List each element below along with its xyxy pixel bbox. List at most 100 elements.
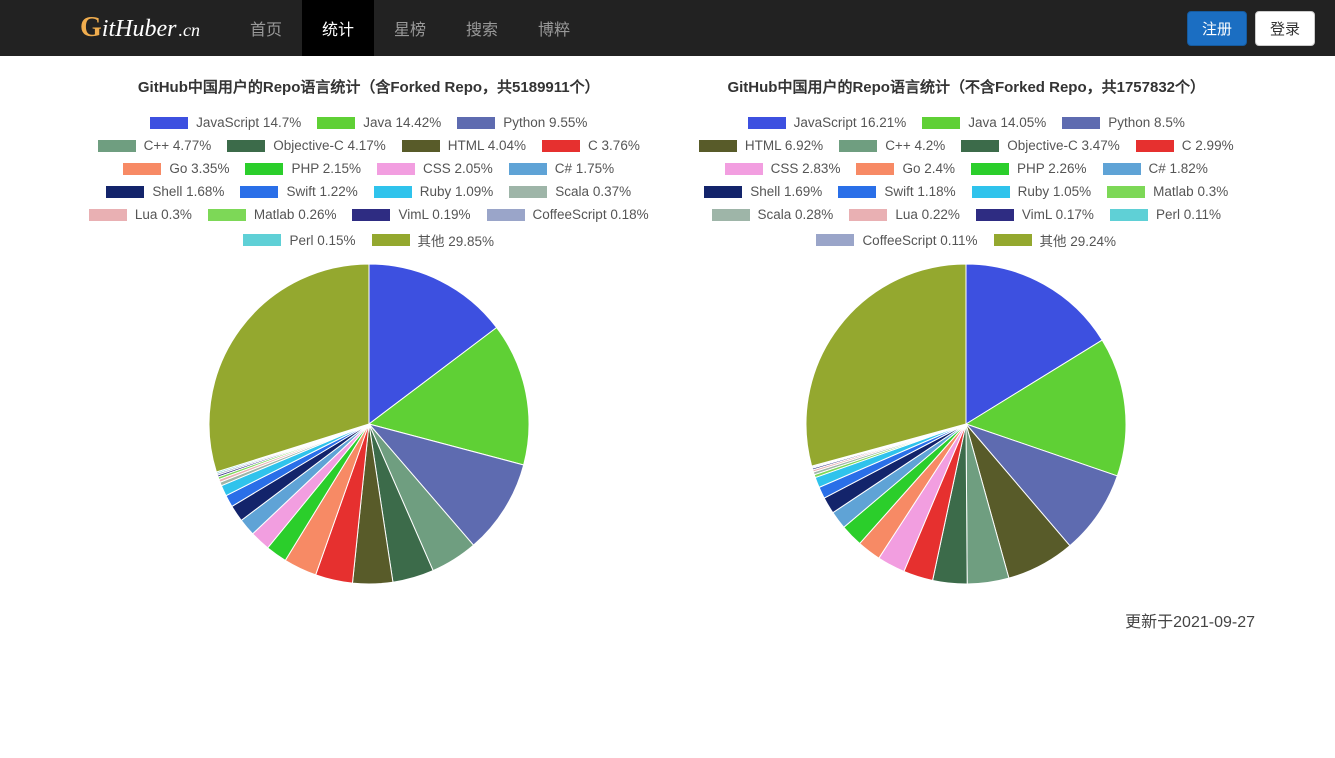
legend-item[interactable]: CSS 2.83% — [725, 161, 841, 176]
legend-swatch — [1110, 209, 1148, 221]
legend-swatch — [704, 186, 742, 198]
legend-item[interactable]: JavaScript 14.7% — [150, 115, 301, 130]
legend-label: Python 8.5% — [1108, 115, 1185, 130]
legend-item[interactable]: CoffeeScript 0.11% — [816, 230, 977, 250]
brand-rest: itHuber.cn — [102, 16, 200, 43]
legend-label: Swift 1.18% — [884, 184, 955, 199]
legend-item[interactable]: Lua 0.22% — [849, 207, 960, 222]
legend-item[interactable]: C++ 4.77% — [98, 138, 212, 153]
chart-legend: JavaScript 16.21% Java 14.05% Python 8.5% H… — [678, 111, 1256, 254]
legend-item[interactable]: Python 8.5% — [1062, 115, 1185, 130]
brand-logo[interactable]: G itHuber.cn — [80, 12, 200, 44]
nav-item-4[interactable]: 博粹 — [518, 0, 590, 56]
legend-item[interactable]: Java 14.05% — [922, 115, 1046, 130]
legend-item[interactable]: Ruby 1.09% — [374, 184, 494, 199]
legend-label: HTML 6.92% — [745, 138, 823, 153]
legend-item[interactable]: C 3.76% — [542, 138, 640, 153]
legend-swatch — [372, 234, 410, 246]
legend-item[interactable]: Lua 0.3% — [89, 207, 192, 222]
legend-item[interactable]: Perl 0.15% — [243, 230, 355, 250]
legend-swatch — [352, 209, 390, 221]
legend-label: CoffeeScript 0.11% — [862, 233, 977, 248]
legend-label: Java 14.42% — [363, 115, 441, 130]
legend-label: CoffeeScript 0.18% — [533, 207, 649, 222]
legend-item[interactable]: C# 1.75% — [509, 161, 614, 176]
login-button[interactable]: 登录 — [1255, 11, 1315, 46]
legend-label: C++ 4.2% — [885, 138, 945, 153]
legend-label: Python 9.55% — [503, 115, 587, 130]
legend-item[interactable]: Java 14.42% — [317, 115, 441, 130]
legend-item[interactable]: 其他 29.24% — [994, 230, 1117, 250]
legend-item[interactable]: C# 1.82% — [1103, 161, 1208, 176]
legend-label: Scala 0.28% — [758, 207, 834, 222]
legend-swatch — [838, 186, 876, 198]
legend-label: Go 3.35% — [169, 161, 229, 176]
legend-swatch — [123, 163, 161, 175]
legend-item[interactable]: VimL 0.17% — [976, 207, 1094, 222]
legend-swatch — [98, 140, 136, 152]
nav-item-0[interactable]: 首页 — [230, 0, 302, 56]
legend-swatch — [849, 209, 887, 221]
legend-item[interactable]: PHP 2.15% — [245, 161, 361, 176]
legend-swatch — [725, 163, 763, 175]
legend-item[interactable]: HTML 6.92% — [699, 138, 823, 153]
chart-title: GitHub中国用户的Repo语言统计（含Forked Repo，共518991… — [80, 76, 658, 97]
legend-item[interactable]: Objective-C 3.47% — [961, 138, 1120, 153]
legend-item[interactable]: PHP 2.26% — [971, 161, 1087, 176]
legend-item[interactable]: CoffeeScript 0.18% — [487, 207, 649, 222]
legend-item[interactable]: C++ 4.2% — [839, 138, 945, 153]
legend-label: Scala 0.37% — [555, 184, 631, 199]
nav-item-1[interactable]: 统计 — [302, 0, 374, 56]
legend-swatch — [712, 209, 750, 221]
legend-item[interactable]: CSS 2.05% — [377, 161, 493, 176]
legend-swatch — [240, 186, 278, 198]
legend-item[interactable]: Go 3.35% — [123, 161, 229, 176]
legend-item[interactable]: HTML 4.04% — [402, 138, 526, 153]
legend-swatch — [227, 140, 265, 152]
legend-label: VimL 0.17% — [1022, 207, 1094, 222]
legend-item[interactable]: Shell 1.69% — [704, 184, 822, 199]
legend-swatch — [542, 140, 580, 152]
legend-swatch — [150, 117, 188, 129]
pie-chart — [80, 264, 658, 584]
legend-item[interactable]: Python 9.55% — [457, 115, 587, 130]
legend-label: Objective-C 4.17% — [273, 138, 386, 153]
register-button[interactable]: 注册 — [1187, 11, 1247, 46]
legend-item[interactable]: Shell 1.68% — [106, 184, 224, 199]
legend-label: C# 1.82% — [1149, 161, 1208, 176]
legend-item[interactable]: C 2.99% — [1136, 138, 1234, 153]
legend-swatch — [699, 140, 737, 152]
legend-swatch — [402, 140, 440, 152]
legend-swatch — [971, 163, 1009, 175]
legend-label: Go 2.4% — [902, 161, 955, 176]
legend-swatch — [106, 186, 144, 198]
legend-label: Ruby 1.05% — [1018, 184, 1092, 199]
legend-label: C 2.99% — [1182, 138, 1234, 153]
legend-item[interactable]: Matlab 0.26% — [208, 207, 337, 222]
nav-item-2[interactable]: 星榜 — [374, 0, 446, 56]
legend-item[interactable]: Scala 0.28% — [712, 207, 834, 222]
legend-item[interactable]: 其他 29.85% — [372, 230, 495, 250]
legend-item[interactable]: Scala 0.37% — [509, 184, 631, 199]
legend-swatch — [509, 163, 547, 175]
legend-label: C# 1.75% — [555, 161, 614, 176]
footer-updated: 更新于2021-09-27 — [0, 604, 1335, 662]
legend-label: Lua 0.3% — [135, 207, 192, 222]
legend-item[interactable]: Objective-C 4.17% — [227, 138, 386, 153]
legend-item[interactable]: Swift 1.22% — [240, 184, 357, 199]
legend-item[interactable]: Matlab 0.3% — [1107, 184, 1228, 199]
legend-item[interactable]: VimL 0.19% — [352, 207, 470, 222]
legend-item[interactable]: Perl 0.11% — [1110, 207, 1221, 222]
nav-item-3[interactable]: 搜索 — [446, 0, 518, 56]
legend-item[interactable]: Swift 1.18% — [838, 184, 955, 199]
legend-swatch — [245, 163, 283, 175]
legend-label: PHP 2.26% — [1017, 161, 1087, 176]
legend-item[interactable]: JavaScript 16.21% — [748, 115, 907, 130]
legend-swatch — [208, 209, 246, 221]
content: GitHub中国用户的Repo语言统计（含Forked Repo，共518991… — [0, 56, 1335, 604]
legend-item[interactable]: Ruby 1.05% — [972, 184, 1092, 199]
legend-label: JavaScript 16.21% — [794, 115, 907, 130]
legend-label: Swift 1.22% — [286, 184, 357, 199]
legend-swatch — [1107, 186, 1145, 198]
legend-item[interactable]: Go 2.4% — [856, 161, 955, 176]
